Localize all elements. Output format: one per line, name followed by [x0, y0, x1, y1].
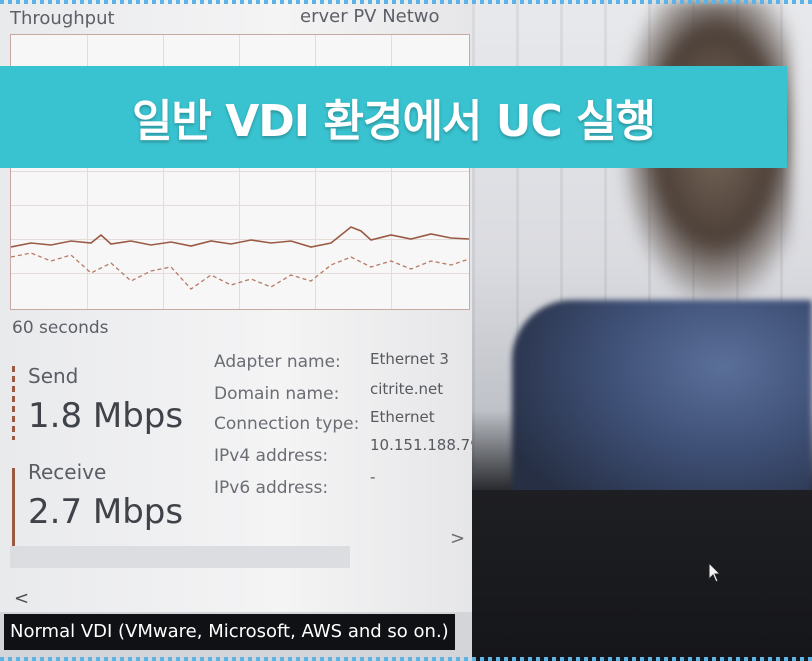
dotted-border-bottom	[0, 657, 812, 661]
video-frame: Throughput erver PV Netwo 60 seconds Sen…	[0, 0, 812, 661]
receive-value: 2.7 Mbps	[28, 492, 184, 532]
ipv6-address-key: IPv6 address:	[214, 478, 329, 498]
title-banner: 일반 VDI 환경에서 UC 실행	[0, 66, 787, 168]
ipv4-address-key: IPv4 address:	[214, 446, 329, 466]
graph-title: Throughput	[10, 8, 115, 29]
receive-label: Receive	[28, 460, 107, 484]
send-series-line	[11, 252, 469, 290]
receive-series-line	[11, 226, 469, 248]
adapter-name-key: Adapter name:	[214, 352, 341, 372]
horizontal-scrollbar[interactable]	[10, 546, 350, 568]
send-legend-bar	[12, 366, 15, 440]
dotted-border-top	[0, 0, 812, 4]
receive-legend-bar	[12, 468, 15, 546]
scroll-left-arrow-icon[interactable]: <	[14, 588, 29, 609]
mouse-cursor-icon	[708, 562, 722, 583]
send-value: 1.8 Mbps	[28, 396, 184, 436]
domain-name-key: Domain name:	[214, 384, 340, 404]
dark-desk-area	[472, 490, 812, 661]
adapter-header: erver PV Netwo	[300, 6, 440, 27]
send-label: Send	[28, 364, 79, 388]
scroll-right-arrow-icon[interactable]: >	[450, 528, 465, 549]
ipv6-address-value: -	[370, 468, 376, 486]
adapter-name-value: Ethernet 3	[370, 350, 449, 368]
connection-type-value: Ethernet	[370, 408, 435, 426]
presenter-suit	[512, 300, 812, 520]
banner-title: 일반 VDI 환경에서 UC 실행	[131, 96, 656, 147]
connection-type-key: Connection type:	[214, 414, 360, 434]
graph-time-window: 60 seconds	[12, 318, 109, 338]
domain-name-value: citrite.net	[370, 380, 444, 398]
ipv4-address-value: 10.151.188.79	[370, 436, 480, 454]
video-subtitle: Normal VDI (VMware, Microsoft, AWS and s…	[4, 614, 455, 650]
